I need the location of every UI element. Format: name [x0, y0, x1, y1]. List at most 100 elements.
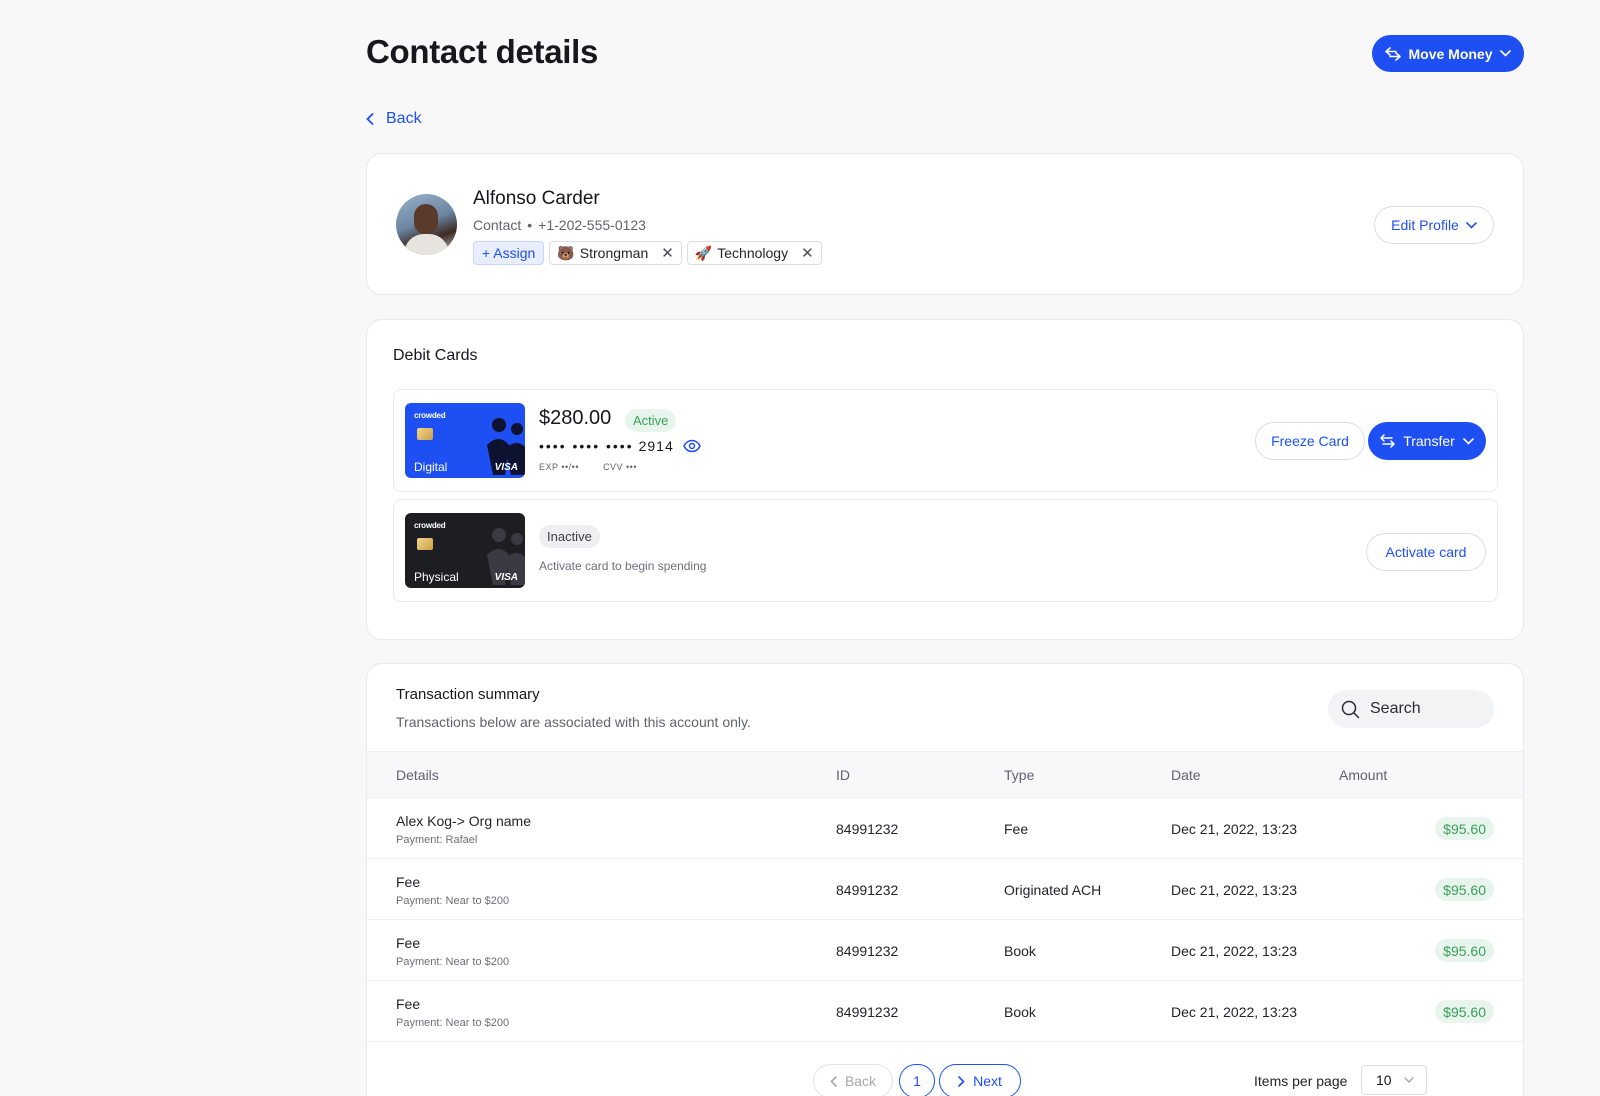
items-per-page-value: 10: [1376, 1072, 1392, 1088]
tag-technology: 🚀 Technology ✕: [686, 241, 822, 265]
card-brand-logo: crowded: [414, 521, 446, 530]
debit-card-row: crowded Physical VISA Inactive Activate …: [393, 499, 1498, 602]
transfer-arrows-icon: [1385, 46, 1402, 61]
cvv-label: CVV: [602, 462, 623, 472]
status-badge: Active: [625, 409, 677, 432]
exp-value: ••/••: [561, 462, 579, 472]
pagination-page-button[interactable]: 1: [899, 1064, 935, 1096]
chevron-down-icon: [1466, 221, 1477, 229]
chevron-down-icon: [1499, 50, 1511, 57]
transfer-label: Transfer: [1403, 433, 1455, 449]
contact-phone: +1-202-555-0123: [538, 217, 646, 233]
column-header-amount[interactable]: Amount: [1339, 767, 1387, 783]
edit-profile-label: Edit Profile: [1391, 217, 1459, 233]
activate-card-button[interactable]: Activate card: [1366, 533, 1486, 571]
search-placeholder: Search: [1370, 700, 1421, 717]
column-header-details[interactable]: Details: [396, 767, 439, 783]
debit-cards-panel: Debit Cards crowded Digital VISA $280.00…: [366, 319, 1524, 640]
transaction-date: Dec 21, 2022, 13:23: [1171, 1004, 1298, 1020]
contact-profile-card: Alfonso Carder Contact • +1-202-555-0123…: [366, 153, 1524, 295]
transaction-note: Payment: Near to $200: [396, 895, 510, 907]
tag-strongman: 🐻 Strongman ✕: [549, 241, 682, 265]
table-row[interactable]: Fee Payment: Near to $200 84991232 Book …: [367, 981, 1523, 1042]
eye-icon[interactable]: [682, 439, 701, 453]
transaction-date: Dec 21, 2022, 13:23: [1171, 821, 1298, 837]
items-per-page-label: Items per page: [1254, 1073, 1348, 1089]
remove-tag-icon[interactable]: ✕: [661, 244, 674, 262]
meta-separator: •: [527, 217, 533, 233]
transaction-type: Originated ACH: [1004, 882, 1102, 898]
pagination-next-label: Next: [973, 1073, 1002, 1089]
assign-tag-button[interactable]: + Assign: [473, 241, 545, 265]
transaction-amount: $95.60: [1435, 878, 1494, 901]
transaction-id: 84991232: [836, 882, 899, 898]
tag-list: + Assign 🐻 Strongman ✕ 🚀 Technology ✕: [473, 241, 822, 265]
card-kind-label: Physical: [414, 570, 459, 584]
table-row[interactable]: Fee Payment: Near to $200 84991232 Book …: [367, 920, 1523, 981]
tag-label: Technology: [717, 245, 789, 261]
chip-icon: [417, 428, 433, 440]
debit-cards-title: Debit Cards: [393, 347, 478, 364]
card-balance: $280.00: [539, 407, 612, 429]
contact-name: Alfonso Carder: [473, 188, 600, 209]
card-secret-info: EXP ••/•• CVV •••: [539, 462, 637, 472]
card-kind-label: Digital: [414, 460, 448, 474]
pagination-back-label: Back: [844, 1073, 877, 1089]
transaction-details: Fee: [396, 935, 421, 951]
freeze-card-button[interactable]: Freeze Card: [1255, 422, 1365, 460]
column-header-type[interactable]: Type: [1004, 767, 1034, 783]
transaction-type: Book: [1004, 943, 1036, 959]
table-row[interactable]: Alex Kog-> Org name Payment: Rafael 8499…: [367, 798, 1523, 859]
contact-role: Contact: [473, 217, 522, 233]
transaction-details: Fee: [396, 996, 421, 1012]
column-header-id[interactable]: ID: [836, 767, 850, 783]
move-money-button[interactable]: Move Money: [1372, 35, 1524, 72]
contact-meta: Contact • +1-202-555-0123: [473, 217, 646, 233]
tag-label: Strongman: [579, 245, 649, 261]
card-last4: 2914: [638, 438, 674, 454]
transaction-id: 84991232: [836, 821, 899, 837]
chip-icon: [417, 538, 433, 550]
transaction-type: Book: [1004, 1004, 1036, 1020]
chevron-down-icon: [1462, 437, 1474, 445]
transaction-details: Fee: [396, 874, 421, 890]
table-row[interactable]: Fee Payment: Near to $200 84991232 Origi…: [367, 859, 1523, 920]
transaction-amount: $95.60: [1435, 1000, 1494, 1023]
card-number: •••• •••• •••• 2914: [539, 438, 701, 454]
chevron-down-icon: [1403, 1077, 1414, 1083]
transfer-button[interactable]: Transfer: [1368, 422, 1486, 460]
column-header-date[interactable]: Date: [1171, 767, 1201, 783]
cvv-value: •••: [626, 462, 637, 472]
transaction-note: Payment: Near to $200: [396, 1017, 510, 1029]
search-input[interactable]: Search: [1328, 690, 1494, 728]
table-header: Details ID Type Date Amount: [367, 751, 1523, 798]
chevron-right-icon: [958, 1075, 965, 1087]
items-per-page-select[interactable]: 10: [1361, 1065, 1427, 1095]
transaction-details: Alex Kog-> Org name: [396, 813, 532, 829]
transaction-date: Dec 21, 2022, 13:23: [1171, 943, 1298, 959]
edit-profile-button[interactable]: Edit Profile: [1374, 206, 1494, 244]
exp-label: EXP: [539, 462, 559, 472]
transaction-id: 84991232: [836, 1004, 899, 1020]
visa-logo: VISA: [494, 462, 518, 473]
bear-icon: 🐻: [557, 244, 575, 261]
pagination: Back 1 Next Items per page 10: [367, 1064, 1523, 1096]
transfer-arrows-icon: [1380, 434, 1395, 448]
avatar: [396, 194, 457, 255]
rocket-icon: 🚀: [694, 244, 713, 261]
card-number-masked: •••• •••• ••••: [539, 438, 634, 454]
transaction-amount: $95.60: [1435, 939, 1494, 962]
transaction-id: 84991232: [836, 943, 899, 959]
transaction-note: Payment: Rafael: [396, 834, 478, 846]
transaction-note: Payment: Near to $200: [396, 956, 510, 968]
remove-tag-icon[interactable]: ✕: [801, 244, 814, 262]
status-badge: Inactive: [539, 525, 600, 548]
back-label: Back: [386, 110, 422, 127]
physical-card-image: crowded Physical VISA: [405, 513, 525, 588]
pagination-next-button[interactable]: Next: [939, 1064, 1021, 1096]
pagination-back-button[interactable]: Back: [813, 1064, 893, 1096]
digital-card-image: crowded Digital VISA: [405, 403, 525, 478]
back-link[interactable]: Back: [366, 110, 422, 128]
transaction-date: Dec 21, 2022, 13:23: [1171, 882, 1298, 898]
transaction-summary-panel: Transaction summary Transactions below a…: [366, 663, 1524, 1096]
